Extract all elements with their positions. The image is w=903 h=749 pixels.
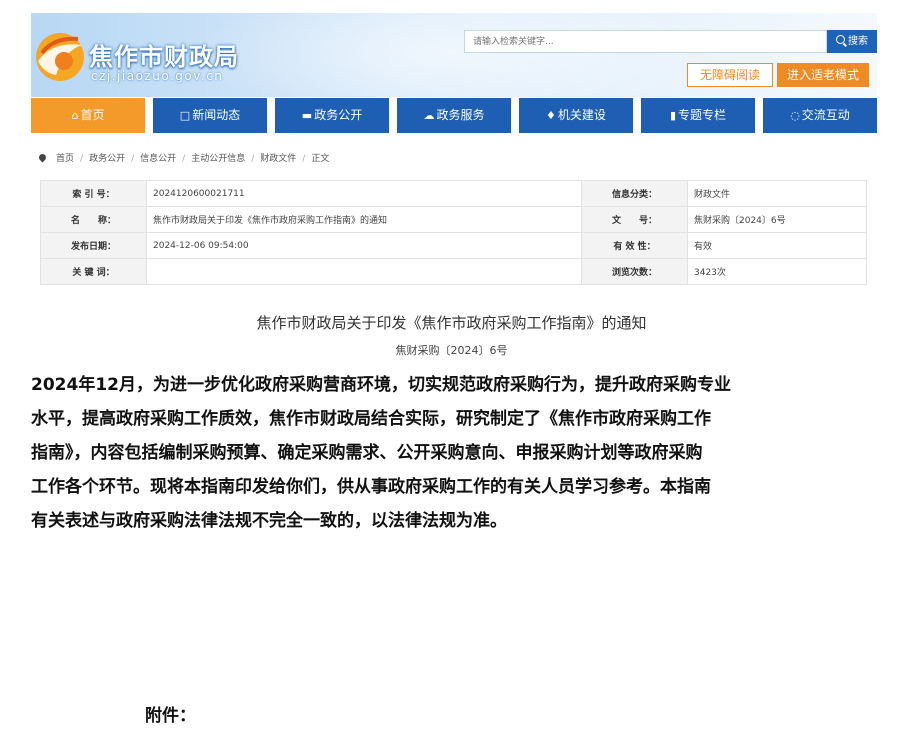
nav-item-label: 政务公开 [314,108,363,122]
nav-item-org-building[interactable]: ♦ 机关建设 [519,98,633,133]
search-button[interactable]: 搜索 [827,30,877,53]
article-title: 焦作市财政局关于印发《焦作市政府采购工作指南》的通知 [256,314,647,332]
article-body-line: 工作各个环节。现将本指南印发给你们，供从事政府采购工作的有关人员学习参考。本指南 [31,477,711,497]
table-row: 名 称： 焦作市财政局关于印发《焦作市政府采购工作指南》的通知 文 号： 焦财采… [40,206,867,233]
site-logo-icon[interactable] [34,31,86,83]
bookmark-icon: ▮ [669,109,677,122]
document-icon: □ [179,109,191,122]
doc-name-label: 名 称： [40,206,147,233]
nav-item-label: 交流互动 [801,108,850,122]
validity-label: 有 效 性： [581,232,688,259]
nav-item-news[interactable]: □ 新闻动态 [153,98,267,133]
nav-item-label: 首页 [80,108,105,122]
breadcrumb-finance-docs[interactable]: 财政文件 [260,154,296,164]
cloud-icon: ☁ [423,109,435,122]
view-count-value: 3423次 [687,258,867,285]
nav-item-special-topics[interactable]: ▮ 专题专栏 [641,98,755,133]
chat-icon: ◌ [790,109,800,122]
nav-item-services[interactable]: ☁ 政务服务 [397,98,511,133]
article-body-line: 有关表述与政府采购法律法规不完全一致的，以法律法规为准。 [31,511,507,531]
breadcrumb-info-disclosure[interactable]: 信息公开 [140,154,176,164]
document-info-table: 索 引 号： 2024120600021711 信息分类： 财政文件 名 称： … [40,180,867,285]
table-row: 关 键 词： 浏览次数： 3423次 [40,258,867,285]
table-row: 发布日期： 2024-12-06 09:54:00 有 效 性： 有效 [40,232,867,259]
nav-item-label: 政务服务 [436,108,485,122]
category-label: 信息分类： [581,180,688,207]
search-button-label: 搜索 [848,36,868,47]
accessible-reading-button[interactable]: 无障碍阅读 [687,63,773,87]
keywords-label: 关 键 词： [40,258,147,285]
site-title[interactable]: 焦作市财政局 [89,37,239,72]
main-nav: ⌂ 首页 □ 新闻动态 ▬ 政务公开 ☁ 政务服务 ♦ 机关建设 ▮ 专题专栏 ◌ 交流互动 [31,98,877,133]
nav-item-gov-affairs[interactable]: ▬ 政务公开 [275,98,389,133]
validity-value: 有效 [687,232,867,259]
publish-date-value: 2024-12-06 09:54:00 [146,232,582,259]
keywords-value [146,258,582,285]
table-row: 索 引 号： 2024120600021711 信息分类： 财政文件 [40,180,867,207]
category-value: 财政文件 [687,180,867,207]
publish-date-label: 发布日期： [40,232,147,259]
index-number-value: 2024120600021711 [146,180,582,207]
nav-item-interaction[interactable]: ◌ 交流互动 [763,98,877,133]
doc-number-value: 焦财采购〔2024〕6号 [687,206,867,233]
home-icon: ⌂ [71,109,79,122]
location-pin-icon [37,152,48,163]
breadcrumb-current: 正文 [311,154,330,164]
folder-icon: ▬ [301,109,313,122]
breadcrumb-home[interactable]: 首页 [56,154,74,164]
nav-item-label: 机关建设 [557,108,606,122]
doc-name-value: 焦作市财政局关于印发《焦作市政府采购工作指南》的通知 [146,206,582,233]
attachment-label: 附件： [145,706,196,726]
site-domain: czj.jiaozuo.gov.cn [91,69,224,83]
elder-mode-button[interactable]: 进入适老模式 [777,63,869,87]
index-number-label: 索 引 号： [40,180,147,207]
article-body-line: 水平，提高政府采购工作质效，焦作市财政局结合实际，研究制定了《焦作市政府采购工作 [31,409,711,429]
article-body-line: 指南》，内容包括编制采购预算、确定采购需求、公开采购意向、申报采购计划等政府采购 [31,443,703,463]
breadcrumb-active-disclosure[interactable]: 主动公开信息 [191,154,245,164]
doc-number-label: 文 号： [581,206,688,233]
article-body-line: 2024年12月，为进一步优化政府采购营商环境，切实规范政府采购行为，提升政府采… [31,375,731,395]
nav-item-label: 专题专栏 [678,108,727,122]
breadcrumb: 首页 / 政务公开 / 信息公开 / 主动公开信息 / 财政文件 / 正文 [37,151,330,164]
site-header: 焦作市财政局 czj.jiaozuo.gov.cn 搜索 无障碍阅读 进入适老模… [31,13,877,97]
article-doc-number: 焦财采购〔2024〕6号 [395,344,508,357]
search-icon [836,35,845,44]
nav-item-label: 新闻动态 [192,108,241,122]
article-body: 2024年12月，为进一步优化政府采购营商环境，切实规范政府采购行为，提升政府采… [31,368,881,538]
nav-item-home[interactable]: ⌂ 首页 [31,98,145,133]
search-input[interactable] [464,30,827,53]
breadcrumb-gov-affairs[interactable]: 政务公开 [89,154,125,164]
trophy-icon: ♦ [546,109,556,122]
view-count-label: 浏览次数： [581,258,688,285]
